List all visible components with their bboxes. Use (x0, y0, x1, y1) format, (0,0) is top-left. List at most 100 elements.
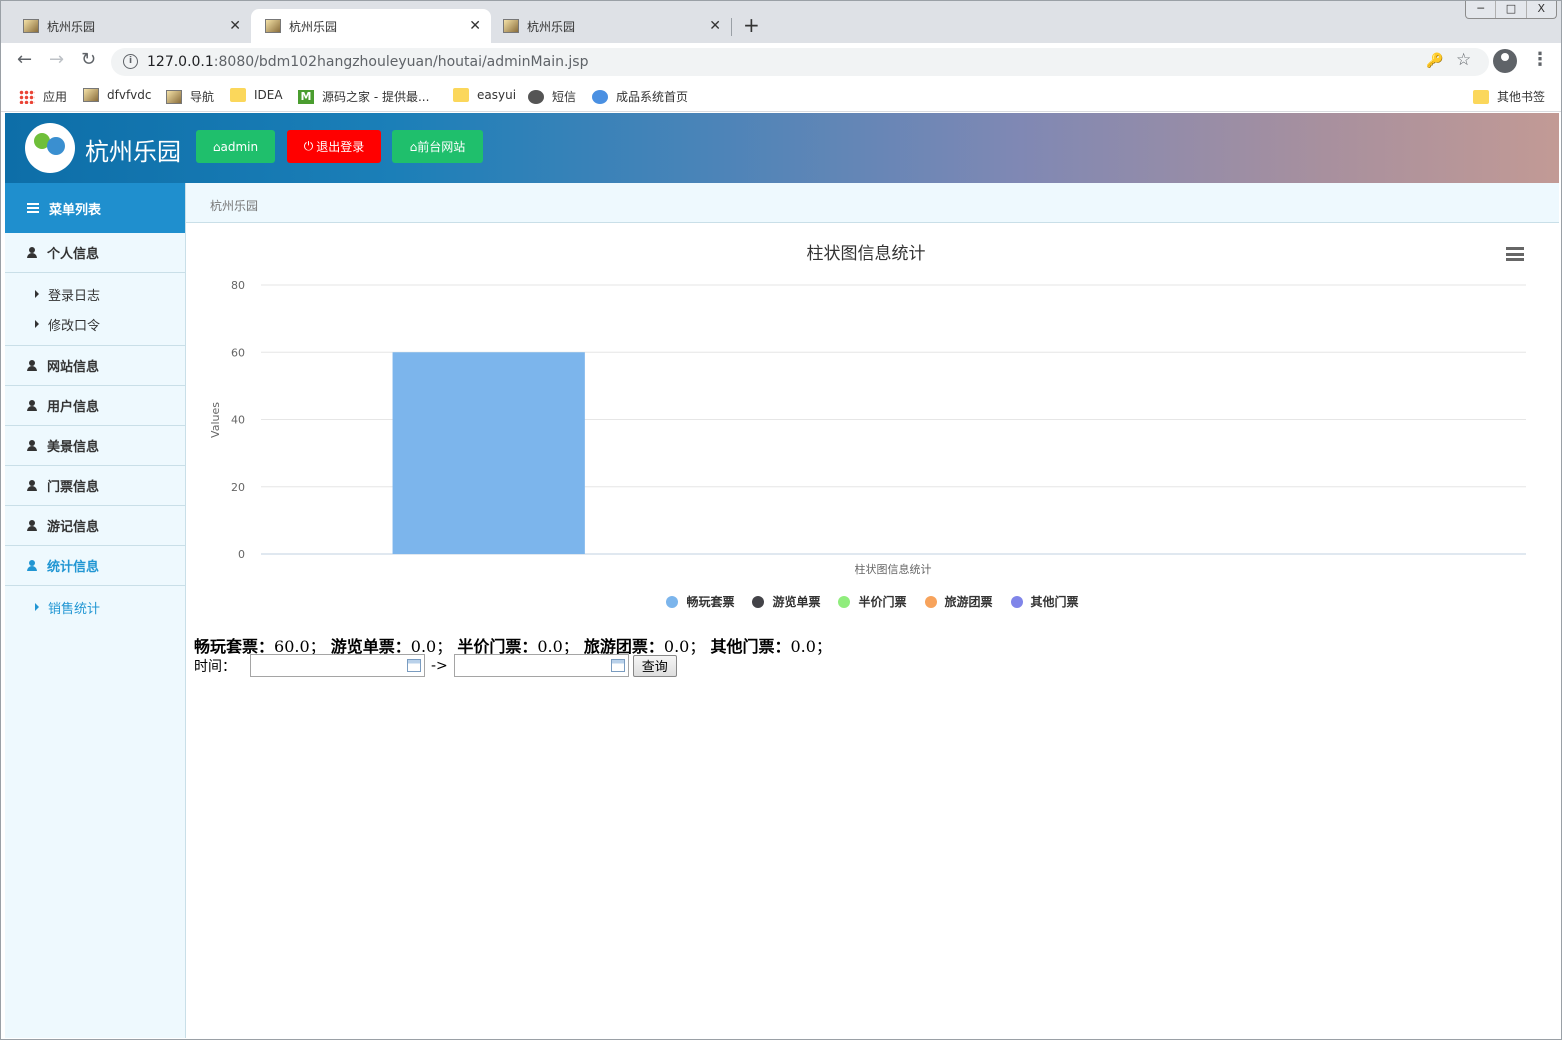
chart-plot: 0 20 40 60 80 Values 柱状图信息统计 (209, 279, 1526, 576)
browser-tab-active[interactable]: 杭州乐园 ✕ (251, 9, 491, 43)
bar[interactable] (392, 352, 585, 554)
legend-label: 游览单票 (772, 595, 821, 609)
globe-icon (528, 89, 544, 104)
sidebar-section-travel[interactable]: 游记信息 (5, 506, 185, 546)
y-tick-label: 40 (231, 414, 245, 427)
image-icon (166, 89, 182, 104)
bookmarks-bar: 应用 dfvfvdc 导航 IDEA M 源码之家 - 提供最... easyui… (1, 80, 1561, 112)
query-button[interactable]: 查询 (632, 654, 677, 677)
apps-icon (19, 89, 35, 104)
account-icon[interactable] (1493, 49, 1517, 73)
tab-favicon-icon (265, 19, 281, 33)
y-tick-label: 20 (231, 481, 245, 494)
frontend-button-label: 前台网站 (417, 140, 466, 154)
legend-label: 其他门票 (1030, 595, 1079, 609)
legend-item[interactable]: 半价门票 (838, 593, 907, 610)
browser-tab[interactable]: 杭州乐园 ✕ (1, 9, 251, 43)
legend-item[interactable]: 旅游团票 (924, 593, 993, 610)
summary-value: 0.0； (790, 637, 832, 656)
sidebar-section-label: 美景信息 (47, 440, 100, 455)
browser-tab[interactable]: 杭州乐园 ✕ (491, 9, 732, 43)
bookmark-home[interactable]: 成品系统首页 (592, 88, 688, 105)
folder-icon (230, 88, 246, 102)
close-icon[interactable]: ✕ (229, 18, 241, 34)
start-date-input[interactable] (250, 654, 425, 677)
logout-button[interactable]: ⏻ 退出登录 (287, 130, 381, 163)
maximize-button[interactable]: □ (1496, 1, 1527, 18)
sidebar-item-change-password[interactable]: 修改口令 (5, 309, 185, 339)
new-tab-button[interactable]: + (743, 15, 760, 35)
address-bar[interactable]: i 127.0.0.1:8080/bdm102hangzhouleyuan/ho… (111, 48, 1489, 76)
admin-button[interactable]: ⌂ admin (196, 130, 275, 163)
bar-chart: 柱状图信息统计 0 20 40 60 80 Values 柱状图信息统计 畅玩套票 游览… (186, 223, 1559, 623)
bookmark-idea[interactable]: IDEA (230, 88, 283, 102)
bookmark-label: 导航 (190, 90, 215, 104)
folder-icon (453, 88, 469, 102)
legend-item[interactable]: 游览单票 (752, 593, 820, 610)
chart-legend: 畅玩套票 游览单票 半价门票 旅游团票 其他门票 (186, 593, 1559, 610)
sidebar-section-stats[interactable]: 统计信息 (5, 546, 185, 586)
browser-window: 杭州乐园 ✕ 杭州乐园 ✕ 杭州乐园 ✕ + ─ □ X ← → ↻ i 127… (0, 0, 1562, 1040)
legend-dot (838, 595, 851, 608)
end-date-input[interactable] (453, 654, 629, 677)
key-icon[interactable]: 🔑 (1426, 53, 1443, 69)
sidebar-section-label: 统计信息 (47, 560, 100, 575)
back-arrow-icon[interactable]: ← (17, 50, 32, 70)
frontend-site-button[interactable]: ⌂ 前台网站 (392, 130, 483, 163)
summary-label: 其他门票： (710, 637, 791, 656)
home-icon: ⌂ (212, 139, 221, 154)
y-axis-label: Values (209, 402, 222, 438)
bookmark-sms[interactable]: 短信 (528, 88, 576, 105)
user-icon (27, 400, 37, 411)
legend-dot (924, 595, 937, 608)
sidebar-item-login-log[interactable]: 登录日志 (5, 279, 185, 309)
bookmark-easyui[interactable]: easyui (453, 88, 516, 102)
user-icon (27, 480, 37, 491)
bookmark-dfvfvdc[interactable]: dfvfvdc (83, 88, 151, 102)
y-tick-label: 80 (231, 279, 245, 292)
bookmark-nav[interactable]: 导航 (166, 88, 214, 105)
user-icon (27, 560, 37, 571)
sidebar-section-personal[interactable]: 个人信息 (5, 233, 185, 273)
calendar-icon[interactable] (407, 659, 421, 672)
sidebar-section-users[interactable]: 用户信息 (5, 386, 185, 426)
caret-right-icon (35, 290, 39, 298)
calendar-icon[interactable] (610, 659, 625, 672)
tab-favicon-icon (23, 19, 39, 33)
sidebar-section-site[interactable]: 网站信息 (5, 346, 185, 386)
tab-favicon-icon (503, 19, 519, 33)
bookmark-apps[interactable]: 应用 (19, 88, 67, 105)
tab-strip: 杭州乐园 ✕ 杭州乐园 ✕ 杭州乐园 ✕ + ─ □ X (1, 1, 1561, 43)
window-close-button[interactable]: X (1527, 1, 1556, 18)
bookmark-other[interactable]: 其他书签 (1473, 88, 1545, 105)
close-icon[interactable]: ✕ (709, 18, 721, 34)
star-icon[interactable]: ☆ (1456, 50, 1471, 70)
sidebar-item-label: 登录日志 (48, 288, 101, 304)
user-icon (27, 440, 37, 451)
tab-separator (731, 18, 732, 36)
x-category-label: 柱状图信息统计 (855, 562, 932, 576)
site-icon (592, 89, 608, 104)
sidebar-item-label: 修改口令 (48, 318, 101, 334)
legend-item[interactable]: 其他门票 (1010, 593, 1079, 610)
legend-item[interactable]: 畅玩套票 (666, 593, 734, 610)
reload-icon[interactable]: ↻ (81, 50, 96, 70)
forward-arrow-icon[interactable]: → (49, 50, 64, 70)
bookmark-label: easyui (477, 88, 517, 102)
app-title: 杭州乐园 (85, 138, 181, 166)
sidebar-item-sales-stats[interactable]: 销售统计 (5, 592, 185, 622)
bookmark-label: 应用 (43, 90, 68, 104)
bookmark-label: IDEA (254, 88, 283, 102)
sidebar-submenu-personal: 登录日志 修改口令 (5, 273, 185, 346)
site-info-icon[interactable]: i (123, 54, 138, 69)
sidebar-section-label: 个人信息 (47, 247, 100, 262)
close-icon[interactable]: ✕ (469, 18, 481, 34)
minimize-button[interactable]: ─ (1466, 1, 1497, 18)
sidebar-section-label: 用户信息 (47, 400, 100, 415)
range-arrow: -> (431, 657, 448, 674)
bookmark-source[interactable]: M 源码之家 - 提供最... (298, 88, 429, 105)
sidebar-section-scenery[interactable]: 美景信息 (5, 426, 185, 466)
more-menu-icon[interactable]: ⋮ (1531, 49, 1549, 70)
sidebar-section-label: 门票信息 (47, 480, 100, 495)
sidebar-section-tickets[interactable]: 门票信息 (5, 466, 185, 506)
